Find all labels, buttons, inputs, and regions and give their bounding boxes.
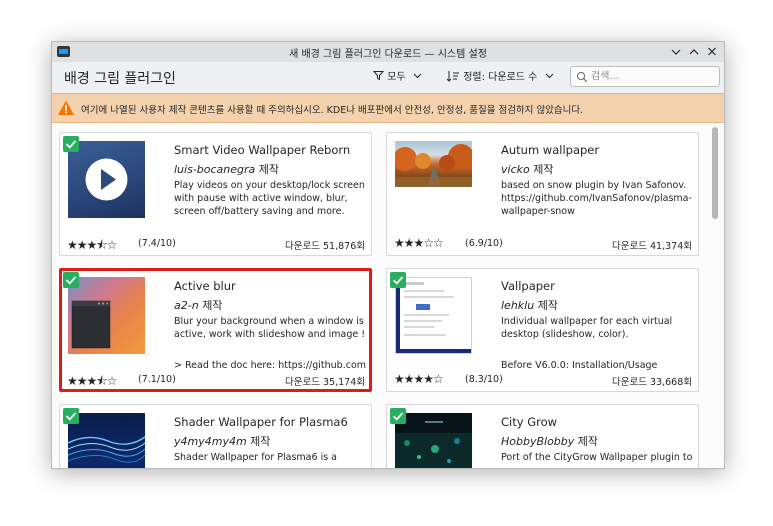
plugin-thumbnail <box>395 277 472 354</box>
download-count: 다운로드 35,174회 <box>285 377 365 388</box>
plugin-author: y4my4my4m 제작 <box>174 433 270 449</box>
warning-text: 여기에 나열된 사용자 제작 콘텐츠를 사용할 때 주의하십시오. KDE나 배… <box>81 105 584 116</box>
installed-check-icon <box>63 272 79 288</box>
page-title: 배경 그림 플러그인 <box>64 71 176 87</box>
plugin-description: Port of the CityGrow Wallpaper plugin to <box>501 452 693 463</box>
plugin-card-active-blur[interactable]: Active blur a2-n 제작 Blur your background… <box>59 268 372 392</box>
warning-icon <box>58 100 74 115</box>
scrollbar-thumb[interactable] <box>712 127 718 219</box>
author-suffix: 제작 <box>537 299 558 312</box>
search-icon <box>576 71 588 83</box>
play-icon <box>85 158 128 201</box>
installed-check-icon <box>390 408 406 424</box>
author-suffix: 제작 <box>258 163 280 176</box>
plugin-author: vicko 제작 <box>501 161 553 177</box>
rating-value: (8.3/10) <box>465 374 503 385</box>
plugin-description-more: Before V6.0.0: Installation/Usage <box>501 360 658 371</box>
chevron-down-icon <box>413 73 422 79</box>
author-name: y4my4my4m <box>174 435 247 448</box>
plugin-thumbnail <box>68 141 145 218</box>
author-suffix: 제작 <box>533 163 554 176</box>
plugin-card-smart-video[interactable]: Smart Video Wallpaper Reborn luis-bocane… <box>59 132 372 256</box>
plugin-author: luis-bocanegra 제작 <box>174 161 279 177</box>
blurred-window-image <box>71 300 111 349</box>
plugin-thumbnail <box>395 413 472 468</box>
plugin-card-vallpaper[interactable]: Vallpaper lehklu 제작 Individual wallpaper… <box>386 268 699 392</box>
download-count: 다운로드 41,374회 <box>612 241 692 252</box>
plugin-author: a2-n 제작 <box>174 297 222 313</box>
rating-stars: ★★★⯪☆ <box>67 238 117 252</box>
settings-window: 새 배경 그림 플러그인 다운로드 — 시스템 설정 배경 그림 플러그인 모두… <box>51 41 725 469</box>
plugin-thumbnail <box>68 277 145 354</box>
minimize-button[interactable] <box>669 44 683 59</box>
rating-value: (6.9/10) <box>465 238 503 249</box>
download-count: 다운로드 33,668회 <box>612 377 692 388</box>
plugin-description: Individual wallpaper for each virtual de… <box>501 316 673 340</box>
close-icon <box>708 47 716 56</box>
plugin-description: Blur your background when a window is ac… <box>174 316 366 340</box>
chevron-up-icon <box>689 49 699 55</box>
chevron-down-icon <box>545 73 553 79</box>
sort-label: 정렬: 다운로드 수 <box>463 72 538 83</box>
plugin-thumbnail <box>395 141 472 187</box>
warning-banner: 여기에 나열된 사용자 제작 콘텐츠를 사용할 때 주의하십시오. KDE나 배… <box>52 93 724 123</box>
page-header: 배경 그림 플러그인 모두 정렬: 다운로드 수 <box>52 62 724 93</box>
installed-check-icon <box>63 408 79 424</box>
author-name: lehklu <box>501 299 535 312</box>
scrollbar[interactable] <box>711 126 718 464</box>
maximize-button[interactable] <box>687 44 701 59</box>
chevron-down-icon <box>671 49 681 55</box>
title-bar: 새 배경 그림 플러그인 다운로드 — 시스템 설정 <box>52 42 724 62</box>
rating-stars: ★★★★☆ <box>394 372 444 386</box>
shader-wave-image <box>68 436 145 463</box>
close-button[interactable] <box>705 44 719 59</box>
plugin-title: Active blur <box>174 279 236 293</box>
rating-stars: ★★★⯪☆ <box>67 374 117 388</box>
filter-button[interactable]: 모두 <box>372 69 422 87</box>
autumn-road-image <box>395 144 472 187</box>
rating-value: (7.4/10) <box>138 238 176 249</box>
filter-label: 모두 <box>387 72 406 83</box>
download-count: 다운로드 51,876회 <box>285 241 365 252</box>
plugin-description-more: > Read the doc here: https://github.com.… <box>174 360 366 371</box>
plugin-title: City Grow <box>501 415 558 429</box>
plugin-description: Play videos on your desktop/lock screen … <box>174 180 365 217</box>
filter-icon <box>372 71 385 81</box>
plugin-title: Autum wallpaper <box>501 143 600 157</box>
search-input[interactable] <box>591 68 715 85</box>
plugin-description: based on snow plugin by Ivan Safonov. ht… <box>501 180 692 217</box>
installed-check-icon <box>390 272 406 288</box>
city-grow-image <box>395 421 472 468</box>
sort-button[interactable]: 정렬: 다운로드 수 <box>446 69 554 87</box>
plugin-title: Smart Video Wallpaper Reborn <box>174 143 351 157</box>
plugin-thumbnail <box>68 413 145 468</box>
author-name: HobbyBlobby <box>501 435 575 448</box>
author-name: vicko <box>501 163 530 176</box>
author-suffix: 제작 <box>202 299 223 312</box>
plugin-description: Shader Wallpaper for Plasma6 is a <box>174 452 338 463</box>
author-suffix: 제작 <box>577 435 599 448</box>
window-title: 새 배경 그림 플러그인 다운로드 — 시스템 설정 <box>289 49 487 60</box>
plugin-card-shader-wallpaper[interactable]: Shader Wallpaper for Plasma6 y4my4my4m 제… <box>59 404 372 468</box>
plugin-author: lehklu 제작 <box>501 297 558 313</box>
author-suffix: 제작 <box>250 435 271 448</box>
installed-check-icon <box>63 136 79 152</box>
plugin-card-autum[interactable]: Autum wallpaper vicko 제작 based on snow p… <box>386 132 699 256</box>
plugin-author: HobbyBlobby 제작 <box>501 433 598 449</box>
settings-screenshot-image <box>396 278 471 353</box>
author-name: a2-n <box>174 299 199 312</box>
sort-icon <box>446 71 459 82</box>
rating-stars: ★★★☆☆ <box>394 236 444 250</box>
author-name: luis-bocanegra <box>174 163 256 176</box>
plugin-grid: Smart Video Wallpaper Reborn luis-bocane… <box>52 123 724 468</box>
plugin-card-city-grow[interactable]: City Grow HobbyBlobby 제작 Port of the Cit… <box>386 404 699 468</box>
plugin-title: Shader Wallpaper for Plasma6 <box>174 415 348 429</box>
rating-value: (7.1/10) <box>138 374 176 385</box>
search-field[interactable] <box>570 66 720 87</box>
plugin-title: Vallpaper <box>501 279 555 293</box>
